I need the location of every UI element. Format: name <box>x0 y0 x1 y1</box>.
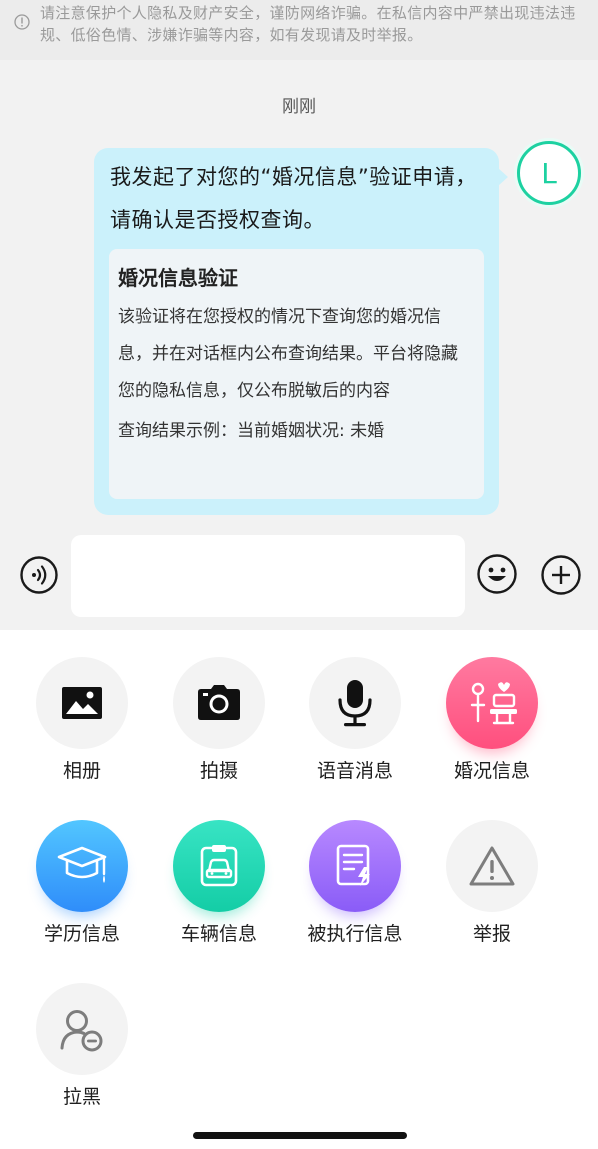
tool-vehicle[interactable]: 车辆信息 <box>151 820 287 946</box>
avatar[interactable]: L <box>517 141 581 205</box>
tool-marriage-label: 婚况信息 <box>453 760 530 782</box>
message-bubble[interactable]: 我发起了对您的“婚况信息”验证申请，请确认是否授权查询。 婚况信息验证 该验证将… <box>94 148 508 515</box>
tool-report-button[interactable] <box>446 820 538 912</box>
tool-enforcement[interactable]: 被执行信息 <box>287 820 423 946</box>
message-timestamp: 刚刚 <box>282 97 316 117</box>
marriage-icon <box>470 682 517 725</box>
tool-vehicle-label: 车辆信息 <box>180 923 257 945</box>
graduation-cap-icon <box>57 846 107 883</box>
tool-vehicle-button[interactable] <box>173 820 265 912</box>
tool-album[interactable]: 相册 <box>14 657 150 783</box>
message-text: 我发起了对您的“婚况信息”验证申请，请确认是否授权查询。 <box>110 165 477 232</box>
info-icon <box>14 14 30 30</box>
camera-icon <box>198 685 240 720</box>
tool-education-label: 学历信息 <box>43 923 120 945</box>
voice-toggle-icon[interactable] <box>19 555 59 595</box>
plus-icon[interactable] <box>540 554 582 596</box>
tool-marriage-button[interactable] <box>446 657 538 749</box>
tools-panel: 相册 拍摄 语音消息 婚况信息 学历信息 车辆信息 被执行信息 举报 拉黑 <box>0 630 598 1149</box>
block-user-icon <box>60 1010 103 1052</box>
document-icon <box>336 844 370 886</box>
tool-album-label: 相册 <box>62 760 101 782</box>
tool-voice-button[interactable] <box>309 657 401 749</box>
tool-block[interactable]: 拉黑 <box>14 983 150 1109</box>
verification-card[interactable]: 婚况信息验证 该验证将在您授权的情况下查询您的婚况信息，并在对话框内公布查询结果… <box>109 249 484 499</box>
emoji-icon[interactable] <box>476 553 518 595</box>
microphone-icon <box>338 680 372 727</box>
tool-marriage[interactable]: 婚况信息 <box>424 657 560 783</box>
tool-enforcement-label: 被执行信息 <box>307 923 403 945</box>
tool-report-label: 举报 <box>472 923 511 945</box>
privacy-notice: 请注意保护个人隐私及财产安全，谨防网络诈骗。在私信内容中严禁出现违法违规、低俗色… <box>0 0 598 60</box>
tool-block-label: 拉黑 <box>62 1086 101 1108</box>
tool-voice-label: 语音消息 <box>316 760 393 782</box>
avatar-letter: L <box>541 156 557 190</box>
input-bar <box>0 534 598 630</box>
tool-enforcement-button[interactable] <box>309 820 401 912</box>
tool-album-button[interactable] <box>36 657 128 749</box>
tool-education[interactable]: 学历信息 <box>14 820 150 946</box>
tool-report[interactable]: 举报 <box>424 820 560 946</box>
card-title: 婚况信息验证 <box>118 266 238 290</box>
message-input[interactable] <box>71 535 465 617</box>
car-icon <box>200 845 238 887</box>
tool-camera[interactable]: 拍摄 <box>151 657 287 783</box>
tool-camera-button[interactable] <box>173 657 265 749</box>
tool-voice[interactable]: 语音消息 <box>287 657 423 783</box>
card-example: 查询结果示例：当前婚姻状况: 未婚 <box>118 421 385 441</box>
tool-block-button[interactable] <box>36 983 128 1075</box>
notice-text: 请注意保护个人隐私及财产安全，谨防网络诈骗。在私信内容中严禁出现违法违规、低俗色… <box>40 4 576 44</box>
tool-camera-label: 拍摄 <box>199 760 238 782</box>
home-indicator <box>193 1132 407 1139</box>
tool-education-button[interactable] <box>36 820 128 912</box>
card-description: 该验证将在您授权的情况下查询您的婚况信息，并在对话框内公布查询结果。平台将隐藏您… <box>118 307 458 401</box>
warning-icon <box>469 846 515 886</box>
photo-album-icon <box>62 687 102 719</box>
